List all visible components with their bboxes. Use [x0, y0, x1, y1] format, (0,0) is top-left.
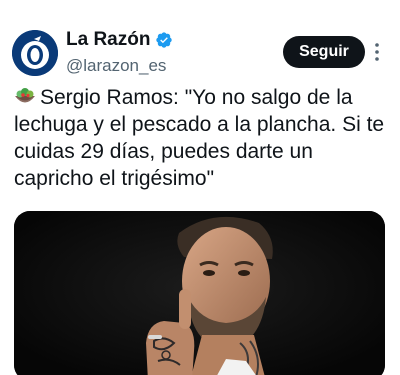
author-avatar[interactable]	[12, 30, 58, 76]
salad-emoji-icon	[15, 88, 35, 103]
sergio-ramos-photo	[14, 211, 385, 375]
author-info: La Razón @larazon_es	[66, 28, 173, 76]
author-handle[interactable]: @larazon_es	[66, 56, 173, 76]
follow-button[interactable]: Seguir	[283, 36, 365, 68]
author-name-row: La Razón	[66, 28, 173, 52]
tweet-media[interactable]	[14, 211, 385, 375]
la-razon-logo-icon	[12, 30, 58, 76]
tweet-text: Sergio Ramos: "Yo no salgo de la lechuga…	[14, 84, 392, 192]
tweet-card: La Razón @larazon_es Seguir Sergio Ramos…	[0, 0, 400, 375]
verified-badge-icon	[156, 32, 173, 48]
tweet-body: Sergio Ramos: "Yo no salgo de la lechuga…	[14, 86, 385, 190]
more-vertical-icon[interactable]	[372, 40, 382, 64]
author-display-name[interactable]: La Razón	[66, 29, 150, 51]
